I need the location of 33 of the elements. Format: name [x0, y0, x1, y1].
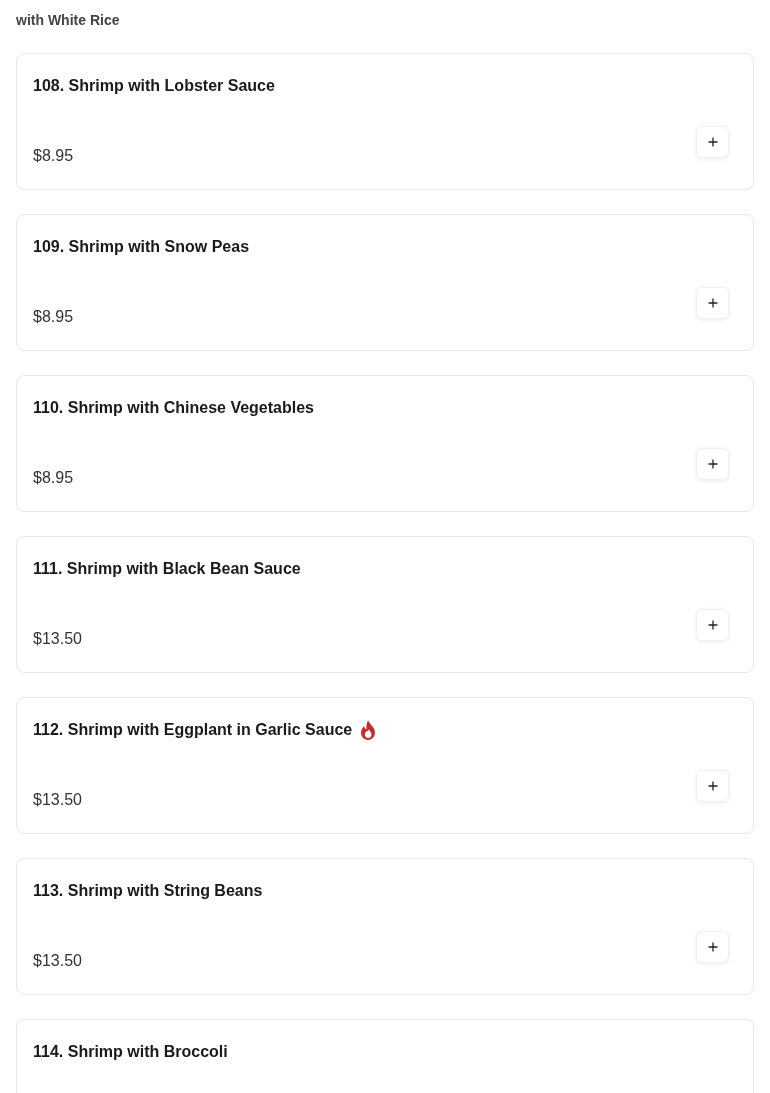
add-button[interactable] — [696, 609, 729, 641]
item-name: 114. Shrimp with Broccoli — [33, 1043, 228, 1061]
plus-icon — [707, 781, 718, 791]
item-name: 108. Shrimp with Lobster Sauce — [33, 77, 275, 95]
add-button[interactable] — [696, 287, 729, 319]
add-button[interactable] — [696, 126, 729, 158]
menu-item-card[interactable]: 112. Shrimp with Eggplant in Garlic Sauce $13.50 — [16, 697, 754, 834]
item-price: $8.95 — [33, 308, 74, 326]
menu-item-card[interactable]: 109. Shrimp with Snow Peas $8.95 — [16, 214, 754, 351]
item-price: $13.50 — [33, 630, 82, 648]
menu-item-card[interactable]: 111. Shrimp with Black Bean Sauce $13.50 — [16, 536, 754, 673]
plus-icon — [707, 137, 718, 147]
menu-item-card[interactable]: 114. Shrimp with Broccoli — [16, 1019, 754, 1093]
plus-icon — [707, 620, 718, 630]
add-button[interactable] — [696, 448, 729, 480]
section-note: with White Rice — [16, 11, 121, 29]
item-price: $13.50 — [33, 791, 82, 809]
plus-icon — [707, 942, 718, 952]
item-price: $13.50 — [33, 952, 82, 970]
item-name: 113. Shrimp with String Beans — [33, 882, 263, 900]
item-name: 112. Shrimp with Eggplant in Garlic Sauce — [33, 721, 353, 739]
plus-icon — [707, 298, 718, 308]
menu-item-card[interactable]: 110. Shrimp with Chinese Vegetables $8.95 — [16, 375, 754, 512]
item-price: $8.95 — [33, 147, 74, 165]
plus-icon — [707, 459, 718, 469]
item-name: 110. Shrimp with Chinese Vegetables — [33, 399, 314, 417]
menu-item-card[interactable]: 108. Shrimp with Lobster Sauce $8.95 — [16, 53, 754, 190]
item-price: $8.95 — [33, 469, 74, 487]
item-name: 111. Shrimp with Black Bean Sauce — [33, 560, 301, 578]
menu-item-card[interactable]: 113. Shrimp with String Beans $13.50 — [16, 858, 754, 995]
add-button[interactable] — [696, 931, 729, 963]
item-name: 109. Shrimp with Snow Peas — [33, 238, 250, 256]
add-button[interactable] — [696, 770, 729, 802]
